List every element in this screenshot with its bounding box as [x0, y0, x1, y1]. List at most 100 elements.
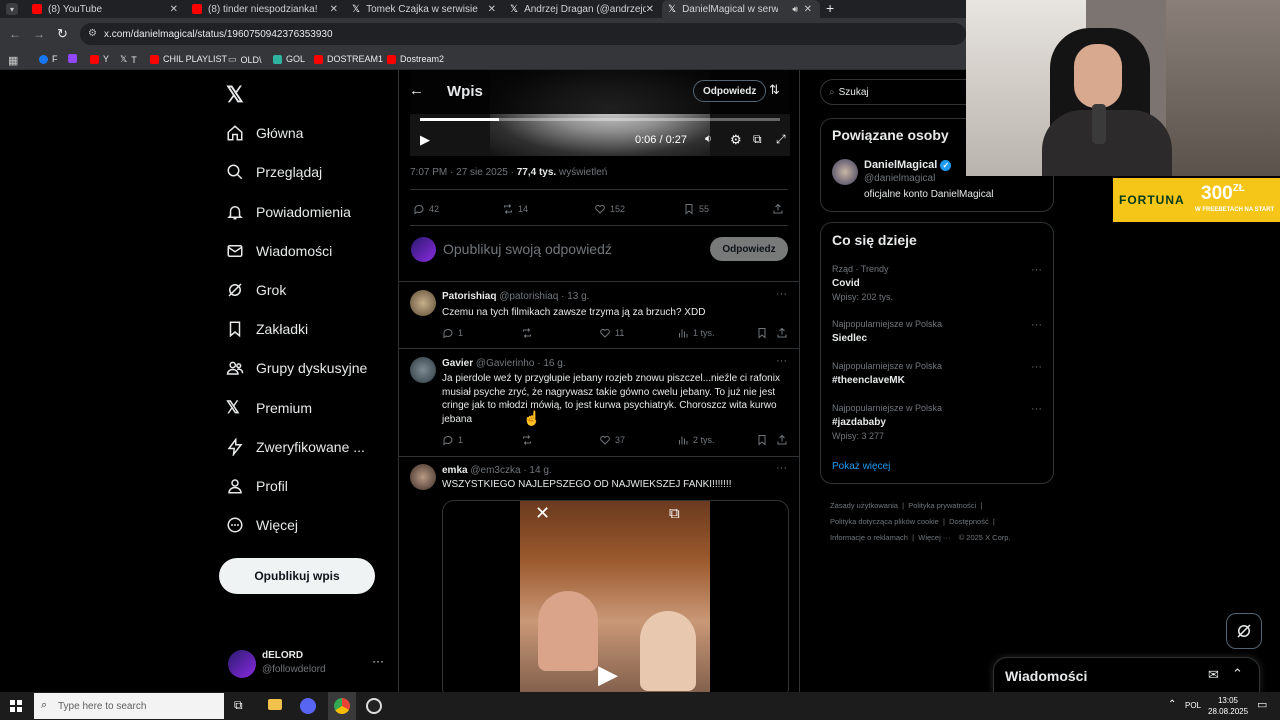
- bookmark-folder[interactable]: ▭ OLD\: [228, 54, 262, 65]
- close-icon[interactable]: ✕: [646, 4, 654, 15]
- chrome-icon[interactable]: [328, 692, 356, 720]
- apps-grid-icon[interactable]: ▦: [8, 54, 18, 67]
- close-icon[interactable]: ✕: [535, 503, 550, 524]
- nav-item-messages[interactable]: Wiadomości: [226, 240, 332, 262]
- reply-time[interactable]: · 13 g.: [561, 291, 589, 302]
- footer-link[interactable]: Informacje o reklamach: [830, 533, 908, 542]
- close-icon[interactable]: ✕: [330, 4, 338, 15]
- bookmark-action[interactable]: 55: [683, 203, 709, 215]
- tab-list-chevron-icon[interactable]: ▾: [6, 3, 18, 15]
- clock[interactable]: 13:05 28.08.2025: [1208, 695, 1248, 717]
- nav-item-communities[interactable]: Grupy dyskusyjne: [226, 357, 367, 379]
- reply-action[interactable]: 1: [442, 327, 463, 339]
- like-action[interactable]: 152: [594, 203, 625, 215]
- like-action[interactable]: 37: [599, 434, 625, 446]
- reply-time[interactable]: · 16 g.: [537, 358, 565, 369]
- trend-item[interactable]: Najpopularniejsze w Polska Siedlec ···: [832, 319, 1042, 344]
- nav-item-profile[interactable]: Profil: [226, 475, 288, 497]
- reload-icon[interactable]: ↻: [57, 26, 68, 42]
- reply-media[interactable]: ▶ ✕ ⧉: [442, 500, 789, 692]
- bookmark-action[interactable]: [756, 327, 772, 339]
- tab-andrzej-dragan[interactable]: 𝕏 Andrzej Dragan (@andrzejdrag ✕: [504, 0, 662, 18]
- header-reply-button[interactable]: Odpowiedz: [693, 80, 767, 102]
- close-icon[interactable]: ✕: [488, 4, 496, 15]
- obs-icon[interactable]: [366, 698, 382, 714]
- footer-link[interactable]: Dostępność: [949, 517, 989, 526]
- more-icon[interactable]: ···: [1031, 319, 1042, 331]
- reply-author[interactable]: Gavier: [442, 358, 473, 369]
- footer-link[interactable]: Zasady użytkowania: [830, 501, 898, 510]
- share-action[interactable]: [772, 203, 788, 215]
- share-action[interactable]: [776, 434, 792, 446]
- reply-more-icon[interactable]: ···: [776, 462, 787, 474]
- compose-reply-button[interactable]: Odpowiedz: [710, 237, 788, 261]
- nav-item-verified-orgs[interactable]: Zweryfikowane ...: [226, 436, 365, 458]
- windows-start-icon[interactable]: [10, 700, 22, 712]
- trend-item[interactable]: Rząd · Trendy Covid Wpisy: 202 tys. ···: [832, 264, 1042, 302]
- more-icon[interactable]: ···: [372, 654, 384, 668]
- avatar[interactable]: [832, 159, 858, 185]
- file-explorer-icon[interactable]: [268, 699, 282, 710]
- back-icon[interactable]: ←: [9, 27, 21, 41]
- footer-link[interactable]: Więcej ···: [918, 533, 950, 542]
- discord-icon[interactable]: [300, 698, 316, 714]
- more-icon[interactable]: ···: [1031, 403, 1042, 415]
- repost-action[interactable]: 14: [502, 203, 528, 215]
- nav-item-more[interactable]: Więcej: [226, 514, 298, 536]
- taskbar-search-field[interactable]: ⌕ Type here to search: [34, 693, 224, 719]
- related-handle[interactable]: @danielmagical: [864, 173, 935, 184]
- bookmark-item[interactable]: F: [39, 54, 58, 64]
- reply-handle[interactable]: @Gavierinho: [476, 358, 535, 369]
- trend-item[interactable]: Najpopularniejsze w Polska #theenclaveMK…: [832, 361, 1042, 386]
- views-action[interactable]: 1 tys.: [677, 327, 715, 339]
- footer-link[interactable]: Polityka dotycząca plików cookie: [830, 517, 939, 526]
- reply-handle[interactable]: @patorishiaq: [499, 291, 558, 302]
- reply-time[interactable]: · 14 g.: [523, 465, 551, 476]
- bookmark-item[interactable]: DOSTREAM1: [314, 54, 383, 64]
- share-action[interactable]: [776, 327, 792, 339]
- play-icon[interactable]: ▶: [598, 659, 618, 690]
- reply-action[interactable]: 1: [442, 434, 463, 446]
- notifications-icon[interactable]: ▭: [1257, 698, 1267, 711]
- video-progress-track[interactable]: [420, 118, 780, 121]
- site-info-icon[interactable]: ⚙: [88, 28, 97, 39]
- bookmark-item[interactable]: CHIL PLAYLIST: [150, 54, 227, 64]
- new-tab-button[interactable]: +: [826, 0, 834, 16]
- reply-action[interactable]: 42: [413, 203, 439, 215]
- language-indicator[interactable]: POL: [1185, 701, 1201, 710]
- reply-more-icon[interactable]: ···: [776, 355, 787, 367]
- filter-icon[interactable]: ⇅: [769, 82, 780, 98]
- bookmark-item[interactable]: Dostream2: [387, 54, 444, 64]
- speaker-icon[interactable]: 🔊︎: [792, 4, 798, 15]
- post-button[interactable]: Opublikuj wpis: [219, 558, 375, 594]
- related-name[interactable]: DanielMagical ✓: [864, 159, 952, 171]
- nav-item-notifications[interactable]: Powiadomienia: [226, 201, 351, 223]
- footer-link[interactable]: Polityka prywatności: [908, 501, 976, 510]
- pip-icon[interactable]: ⧉: [753, 132, 762, 147]
- forward-icon[interactable]: →: [33, 27, 45, 41]
- new-message-icon[interactable]: ✉: [1208, 667, 1219, 683]
- reply-compose-input[interactable]: Opublikuj swoją odpowiedź: [443, 241, 612, 257]
- reply-handle[interactable]: @em3czka: [470, 465, 520, 476]
- settings-icon[interactable]: ⚙: [730, 132, 742, 148]
- tab-tinder[interactable]: (8) tinder niespodzianka! - YouT ✕: [186, 0, 346, 18]
- tab-tomek-czajka[interactable]: 𝕏 Tomek Czajka w serwisie X: „10 ✕: [346, 0, 504, 18]
- chevron-up-icon[interactable]: ⌃: [1232, 666, 1243, 682]
- nav-item-home[interactable]: Główna: [226, 122, 303, 144]
- search-field[interactable]: ⌕ Szukaj: [820, 79, 990, 105]
- repost-action[interactable]: [521, 434, 537, 446]
- tray-chevron-icon[interactable]: ⌃: [1168, 699, 1176, 710]
- grok-fab[interactable]: [1226, 613, 1262, 649]
- bookmark-item[interactable]: Y: [90, 54, 109, 64]
- bookmark-item[interactable]: 𝕏T: [120, 54, 137, 65]
- url-field[interactable]: ⚙ x.com/danielmagical/status/19607509423…: [80, 23, 966, 45]
- tab-youtube[interactable]: (8) YouTube ✕: [26, 0, 186, 18]
- like-action[interactable]: 11: [599, 327, 624, 339]
- repost-action[interactable]: [521, 327, 537, 339]
- task-view-icon[interactable]: ⧉: [234, 698, 243, 713]
- pip-icon[interactable]: ⧉: [669, 505, 680, 522]
- bookmark-item[interactable]: [68, 54, 81, 63]
- volume-icon[interactable]: 🔉︎: [705, 133, 712, 146]
- nav-item-grok[interactable]: Grok: [226, 279, 286, 301]
- tab-danielmagical[interactable]: 𝕏 DanielMagical w serwisie X 🔊︎ ✕: [662, 0, 820, 18]
